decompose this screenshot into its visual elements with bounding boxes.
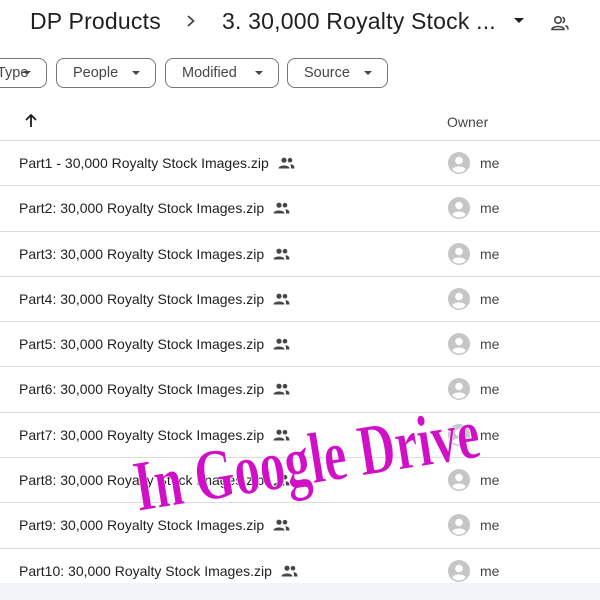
modified-filter-chip[interactable]: Modified (165, 58, 279, 88)
file-row[interactable]: Part7: 30,000 Royalty Stock Images.zip m… (0, 413, 600, 459)
owner-name: me (480, 200, 500, 217)
column-header-row: Owner (0, 100, 600, 141)
file-name: Part3: 30,000 Royalty Stock Images.zip (19, 245, 265, 262)
owner-name: me (480, 517, 500, 534)
owner-name: me (480, 562, 500, 579)
file-list: Part1 - 30,000 Royalty Stock Images.zip … (0, 141, 600, 594)
file-row[interactable]: Part3: 30,000 Royalty Stock Images.zip m… (0, 232, 600, 277)
file-row[interactable]: Part4: 30,000 Royalty Stock Images.zip m… (0, 277, 600, 323)
account-circle-icon (448, 469, 470, 492)
file-name: Part1 - 30,000 Royalty Stock Images.zip (19, 155, 269, 171)
people-icon[interactable] (551, 15, 569, 31)
people-icon (273, 519, 290, 531)
people-filter-label: People (73, 65, 119, 81)
people-icon (273, 429, 290, 441)
people-icon (273, 338, 290, 350)
owner-column-header[interactable]: Owner (447, 114, 488, 130)
account-circle-icon (448, 514, 470, 537)
modified-filter-label: Modified (182, 65, 237, 81)
chevron-down-icon (255, 71, 263, 75)
file-row[interactable]: Part9: 30,000 Royalty Stock Images.zip m… (0, 503, 600, 549)
arrow-up-icon[interactable] (23, 113, 39, 129)
file-name: Part2: 30,000 Royalty Stock Images.zip (19, 200, 265, 217)
file-row[interactable]: Part8: 30,000 Royalty Stock Images.zip m… (0, 458, 600, 504)
file-row[interactable]: Part1 - 30,000 Royalty Stock Images.zip … (0, 141, 600, 187)
people-icon (278, 157, 295, 169)
file-row[interactable]: Part6: 30,000 Royalty Stock Images.zip m… (0, 367, 600, 413)
file-name: Part4: 30,000 Royalty Stock Images.zip (19, 290, 265, 307)
file-name: Part5: 30,000 Royalty Stock Images.zip (19, 336, 265, 353)
owner-name: me (480, 472, 500, 489)
owner-name: me (480, 426, 500, 443)
people-icon (273, 202, 290, 214)
bottom-strip (0, 583, 600, 600)
drive-folder-view: DP Products 3. 30,000 Royalty Stock ... … (0, 0, 600, 600)
type-filter-chip[interactable]: Type (0, 58, 47, 88)
people-icon (281, 565, 298, 577)
file-name: Part10: 30,000 Royalty Stock Images.zip (19, 562, 272, 579)
owner-name: me (480, 336, 500, 353)
chevron-down-icon (132, 71, 140, 75)
file-name: Part9: 30,000 Royalty Stock Images.zip (19, 517, 265, 534)
account-circle-icon (448, 287, 470, 310)
file-name: Part8: 30,000 Royalty Stock Images.zip (19, 472, 265, 489)
file-name: Part6: 30,000 Royalty Stock Images.zip (19, 381, 265, 398)
account-circle-icon (448, 378, 470, 401)
account-circle-icon (448, 423, 470, 446)
file-name: Part7: 30,000 Royalty Stock Images.zip (19, 426, 265, 443)
source-filter-label: Source (304, 65, 350, 81)
account-circle-icon (448, 559, 470, 582)
people-icon (273, 248, 290, 260)
breadcrumb: DP Products 3. 30,000 Royalty Stock ... (0, 0, 600, 46)
breadcrumb-current-folder[interactable]: 3. 30,000 Royalty Stock ... (222, 8, 496, 35)
breadcrumb-root-folder[interactable]: DP Products (30, 8, 161, 35)
owner-name: me (480, 155, 500, 171)
people-filter-chip[interactable]: People (56, 58, 156, 88)
account-circle-icon (448, 197, 470, 220)
people-icon (273, 474, 290, 486)
chevron-down-icon (23, 71, 31, 75)
owner-name: me (480, 290, 500, 307)
owner-name: me (480, 381, 500, 398)
chevron-down-icon (364, 71, 372, 75)
account-circle-icon (448, 242, 470, 265)
account-circle-icon (448, 152, 470, 174)
chevron-down-icon[interactable] (514, 18, 524, 23)
file-row[interactable]: Part5: 30,000 Royalty Stock Images.zip m… (0, 322, 600, 368)
chevron-right-icon (187, 15, 195, 27)
people-icon (273, 293, 290, 305)
account-circle-icon (448, 333, 470, 356)
file-row[interactable]: Part2: 30,000 Royalty Stock Images.zip m… (0, 186, 600, 232)
source-filter-chip[interactable]: Source (287, 58, 388, 88)
people-icon (273, 384, 290, 395)
owner-name: me (480, 245, 500, 262)
